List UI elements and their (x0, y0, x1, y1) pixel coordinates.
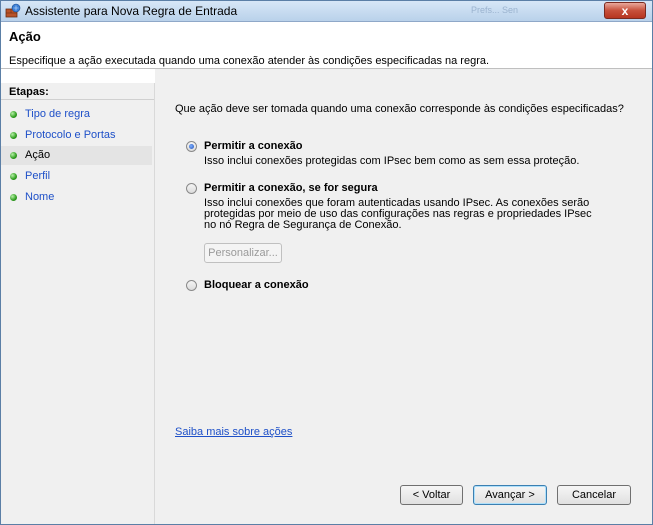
page-header: Ação Especifique a ação executada quando… (1, 22, 652, 69)
page-title: Ação (9, 29, 41, 44)
step-bullet-icon (10, 111, 17, 118)
close-button[interactable]: x (604, 2, 646, 19)
steps-sidebar: Etapas: Tipo de regra Protocolo e Portas… (1, 83, 155, 524)
wizard-window: Assistente para Nova Regra de Entrada Pr… (0, 0, 653, 525)
sidebar-item-nome[interactable]: Nome (1, 188, 152, 207)
title-bar[interactable]: Assistente para Nova Regra de Entrada Pr… (1, 1, 652, 22)
back-button[interactable]: < Voltar (400, 485, 463, 505)
step-bullet-icon (10, 173, 17, 180)
sidebar-item-label: Tipo de regra (25, 108, 91, 120)
sidebar-item-perfil[interactable]: Perfil (1, 167, 152, 186)
page-description: Especifique a ação executada quando uma … (9, 55, 490, 67)
action-question: Que ação deve ser tomada quando uma cone… (175, 103, 624, 115)
firewall-icon (5, 3, 21, 18)
step-bullet-icon (10, 132, 17, 139)
learn-more-link[interactable]: Saiba mais sobre ações (175, 426, 292, 438)
customize-button[interactable]: Personalizar... (204, 243, 282, 263)
step-bullet-icon (10, 152, 17, 159)
sidebar-item-label: Perfil (25, 170, 51, 182)
option-allow-secure-label[interactable]: Permitir a conexão, se for segura (204, 182, 378, 194)
background-window-title: Prefs... Sen (471, 5, 519, 15)
window-title: Assistente para Nova Regra de Entrada (25, 4, 238, 18)
option-allow-description: Isso inclui conexões protegidas com IPse… (204, 155, 580, 167)
sidebar-item-acao[interactable]: Ação (1, 146, 152, 165)
next-button[interactable]: Avançar > (473, 485, 547, 505)
sidebar-item-label: Protocolo e Portas (25, 129, 116, 141)
step-bullet-icon (10, 194, 17, 201)
option-block-label[interactable]: Bloquear a conexão (204, 279, 309, 291)
main-panel: Que ação deve ser tomada quando uma cone… (155, 69, 652, 524)
sidebar-item-label: Ação (25, 149, 51, 161)
radio-allow-connection[interactable] (186, 141, 197, 152)
close-icon: x (621, 4, 629, 18)
sidebar-item-label: Nome (25, 191, 55, 203)
option-allow-label[interactable]: Permitir a conexão (204, 140, 302, 152)
sidebar-item-tipo-de-regra[interactable]: Tipo de regra (1, 105, 152, 124)
cancel-button[interactable]: Cancelar (557, 485, 631, 505)
radio-allow-if-secure[interactable] (186, 183, 197, 194)
sidebar-item-protocolo-e-portas[interactable]: Protocolo e Portas (1, 126, 152, 145)
option-allow-secure-description: Isso inclui conexões que foram autentica… (204, 197, 592, 231)
steps-title: Etapas: (9, 86, 49, 98)
radio-block-connection[interactable] (186, 280, 197, 291)
steps-divider (1, 99, 154, 100)
